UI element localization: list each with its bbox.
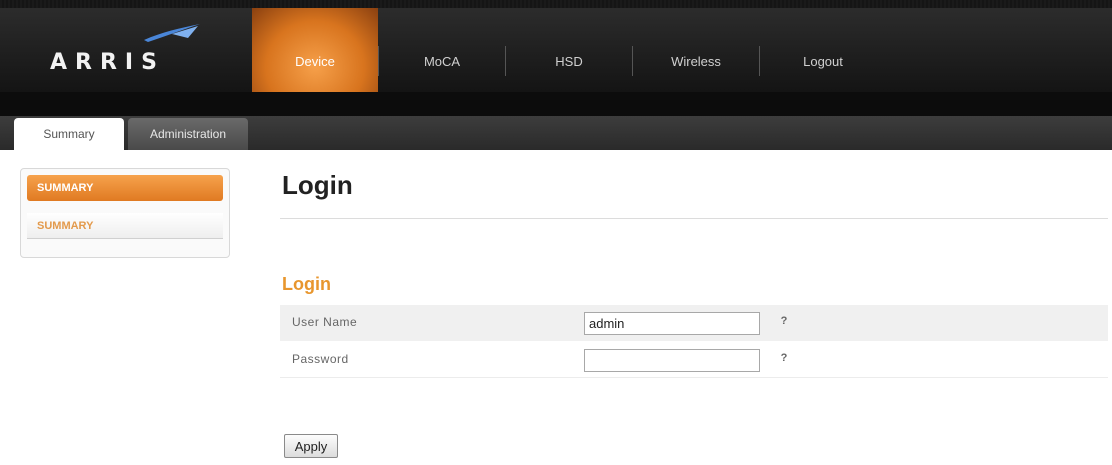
sidebar-panel: SUMMARY SUMMARY [20,168,230,258]
main-nav: Device MoCA HSD Wireless Logout [252,8,886,92]
nav-wireless[interactable]: Wireless [633,8,759,92]
username-label: User Name [292,315,358,329]
sidebar-item-summary[interactable]: SUMMARY [27,213,223,239]
arris-logo: ARRIS [42,24,202,76]
header-stripe [0,92,1112,116]
form-row-password: Password ? [280,342,1108,378]
sidebar-item-summary-active[interactable]: SUMMARY [27,175,223,201]
nav-moca[interactable]: MoCA [379,8,505,92]
tab-summary[interactable]: Summary [14,118,124,150]
help-icon[interactable]: ? [776,313,792,329]
section-title: Login [282,274,331,294]
username-input[interactable] [584,312,760,335]
logo-swoosh-icon [144,24,200,42]
title-divider [280,218,1108,219]
nav-logout[interactable]: Logout [760,8,886,92]
form-row-username: User Name ? [280,305,1108,341]
password-label: Password [292,352,349,366]
top-header: ARRIS Device MoCA HSD Wireless Logout [0,0,1112,92]
page-title: Login [282,170,353,200]
password-input[interactable] [584,349,760,372]
help-icon[interactable]: ? [776,350,792,366]
subtab-bar: Summary Administration [0,116,1112,150]
logo-text: ARRIS [50,50,165,75]
apply-button[interactable]: Apply [284,434,338,458]
nav-hsd[interactable]: HSD [506,8,632,92]
nav-device[interactable]: Device [252,8,378,92]
tab-administration[interactable]: Administration [128,118,248,150]
